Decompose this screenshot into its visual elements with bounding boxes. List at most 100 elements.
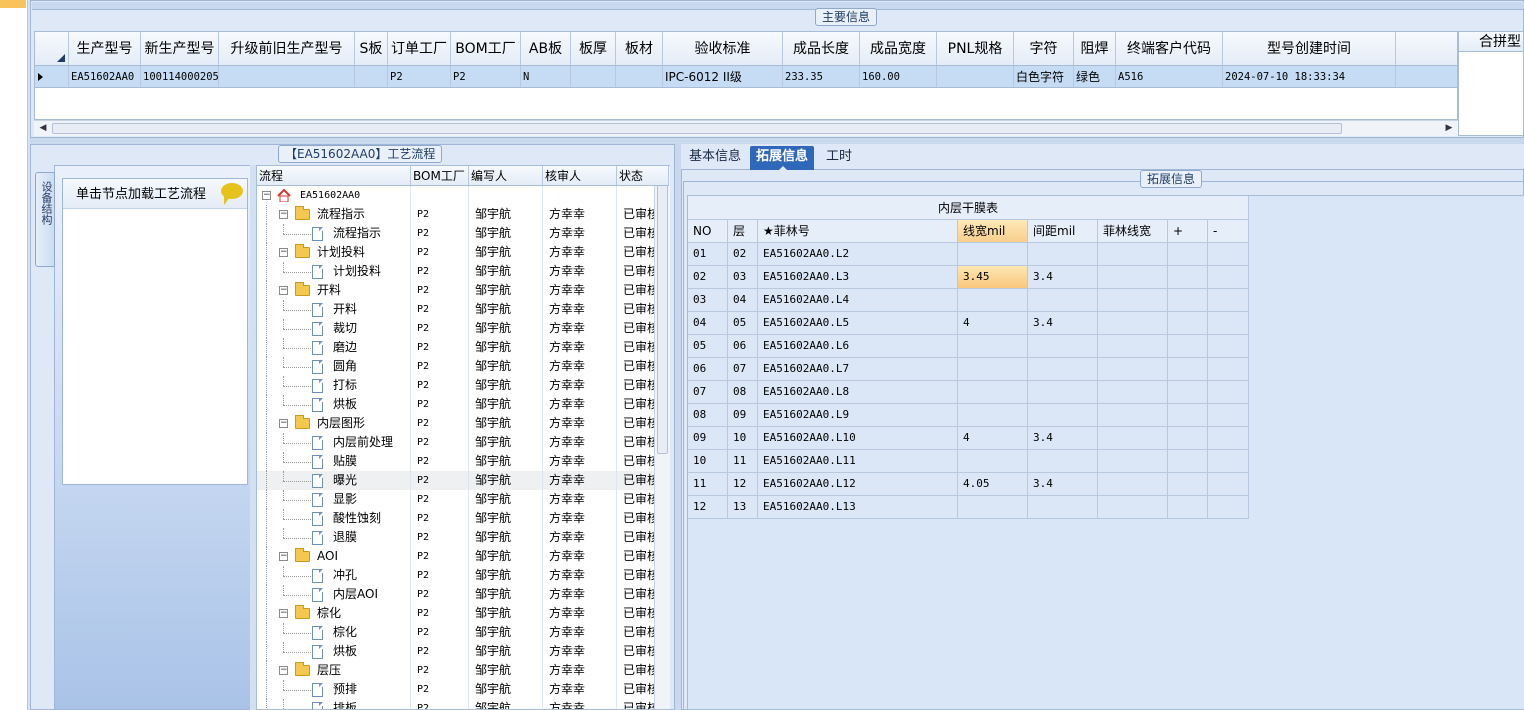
tree-cell-writer[interactable]: 邹宇航 [469,699,543,709]
tree-cell-writer[interactable]: 邹宇航 [469,604,543,623]
tree-row[interactable]: 裁切 P2 邹宇航 方幸幸 已审核 [257,319,669,338]
tree-row[interactable]: − 开料 P2 邹宇航 方幸幸 已审核 [257,281,669,300]
tree-node-label[interactable]: 开料 [317,281,341,300]
tree-cell-reviewer[interactable]: 方幸幸 [543,509,617,528]
dryfilm-col-header[interactable]: 线宽mil [958,220,1028,242]
tree-node-label[interactable]: 棕化 [333,623,357,642]
dryfilm-cell[interactable] [1098,312,1168,334]
dryfilm-cell[interactable]: 05 [688,335,728,357]
dryfilm-cell[interactable] [1098,243,1168,265]
dryfilm-cell[interactable]: 11 [728,450,758,472]
dryfilm-row[interactable]: 03 04 EA51602AA0.L4 [688,289,1249,312]
dryfilm-cell[interactable]: EA51602AA0.L10 [758,427,958,449]
tree-row[interactable]: − 流程指示 P2 邹宇航 方幸幸 已审核 [257,205,669,224]
dryfilm-cell[interactable] [1208,496,1249,518]
tree-node-label[interactable]: 流程指示 [317,205,365,224]
tree-node-label[interactable]: 排板 [333,699,357,709]
dryfilm-cell[interactable] [1208,243,1249,265]
tree-row[interactable]: − EA51602AA0 [257,186,669,205]
tree-row[interactable]: 打标 P2 邹宇航 方幸幸 已审核 [257,376,669,395]
tree-row[interactable]: − 计划投料 P2 邹宇航 方幸幸 已审核 [257,243,669,262]
tree-row[interactable]: 曝光 P2 邹宇航 方幸幸 已审核 [257,471,669,490]
tree-row[interactable]: 排板 P2 邹宇航 方幸幸 已审核 [257,699,669,709]
tree-node-label[interactable]: 计划投料 [333,262,381,281]
tree-node-cell[interactable]: 排板 [257,699,411,709]
dryfilm-cell[interactable] [1168,243,1208,265]
tree-node-cell[interactable]: 内层前处理 [257,433,411,452]
tree-cell-factory[interactable]: P2 [411,490,469,509]
tree-node-label[interactable]: 圆角 [333,357,357,376]
main-grid-row[interactable]: EA51602AA010011400020588P2P2NIPC-6012 II… [35,66,1457,88]
dryfilm-col-header[interactable]: 层 [728,220,758,242]
dryfilm-cell[interactable]: 11 [688,473,728,495]
main-row-cell[interactable] [35,66,69,87]
tree-cell-reviewer[interactable]: 方幸幸 [543,224,617,243]
tree-cell-writer[interactable]: 邹宇航 [469,433,543,452]
tab-2[interactable]: 工时 [820,146,858,170]
scroll-left-arrow-icon[interactable]: ◀ [36,122,50,135]
tree-cell-writer[interactable]: 邹宇航 [469,528,543,547]
tree-node-cell[interactable]: 内层AOI [257,585,411,604]
dryfilm-cell[interactable] [1208,427,1249,449]
dryfilm-cell[interactable] [1098,358,1168,380]
tree-node-cell[interactable]: 烘板 [257,642,411,661]
dryfilm-cell[interactable]: 3.4 [1028,473,1098,495]
tree-col-header[interactable]: BOM工厂 [411,166,469,185]
tree-cell-reviewer[interactable]: 方幸幸 [543,262,617,281]
dryfilm-cell[interactable]: 3.45 [958,266,1028,288]
tree-cell-writer[interactable]: 邹宇航 [469,262,543,281]
dryfilm-cell[interactable] [1208,335,1249,357]
tree-cell-factory[interactable]: P2 [411,604,469,623]
tree-row[interactable]: 计划投料 P2 邹宇航 方幸幸 已审核 [257,262,669,281]
dryfilm-cell[interactable] [958,289,1028,311]
dryfilm-cell[interactable]: EA51602AA0.L11 [758,450,958,472]
dryfilm-cell[interactable]: 09 [728,404,758,426]
tree-cell-reviewer[interactable]: 方幸幸 [543,357,617,376]
dryfilm-row[interactable]: 12 13 EA51602AA0.L13 [688,496,1249,519]
dryfilm-cell[interactable]: EA51602AA0.L9 [758,404,958,426]
dryfilm-cell[interactable] [958,496,1028,518]
tree-vscrollbar[interactable]: ▲ [654,166,670,709]
main-row-cell[interactable]: A516 [1116,66,1223,87]
tree-cell-factory[interactable]: P2 [411,262,469,281]
tree-grid-body[interactable]: − EA51602AA0− 流程指示 P2 邹宇航 方幸幸 已审核 流程指示 P2 邹宇航 方幸幸已… [257,186,669,709]
vscroll-thumb[interactable] [657,184,668,454]
tree-cell-factory[interactable]: P2 [411,319,469,338]
dryfilm-cell[interactable] [958,381,1028,403]
tree-cell-writer[interactable]: 邹宇航 [469,243,543,262]
dryfilm-cell[interactable]: EA51602AA0.L4 [758,289,958,311]
tree-cell-factory[interactable]: P2 [411,376,469,395]
tree-row[interactable]: 磨边 P2 邹宇航 方幸幸 已审核 [257,338,669,357]
dryfilm-cell[interactable]: 4 [958,427,1028,449]
main-row-cell[interactable]: 绿色 [1074,66,1116,87]
tree-cell-reviewer[interactable]: 方幸幸 [543,433,617,452]
tree-cell-factory[interactable]: P2 [411,471,469,490]
tree-cell-reviewer[interactable]: 方幸幸 [543,205,617,224]
dryfilm-row[interactable]: 07 08 EA51602AA0.L8 [688,381,1249,404]
tree-node-label[interactable]: 裁切 [333,319,357,338]
dryfilm-row[interactable]: 02 03 EA51602AA0.L3 3.45 3.4 [688,266,1249,289]
main-row-cell[interactable]: 白色字符 [1014,66,1074,87]
tree-cell-writer[interactable]: 邹宇航 [469,623,543,642]
dryfilm-cell[interactable]: EA51602AA0.L12 [758,473,958,495]
dryfilm-cell[interactable] [1028,243,1098,265]
tree-col-header[interactable]: 核审人 [543,166,617,185]
main-row-cell[interactable]: N [521,66,571,87]
dryfilm-cell[interactable] [1098,473,1168,495]
dryfilm-cell[interactable] [958,243,1028,265]
dryfilm-cell[interactable]: 06 [728,335,758,357]
dryfilm-cell[interactable] [1168,450,1208,472]
tree-node-cell[interactable]: 预排 [257,680,411,699]
main-grid-hscrollbar[interactable]: ◀ ▶ [34,120,1458,136]
tree-cell-factory[interactable]: P2 [411,205,469,224]
main-col-header[interactable]: 成品长度 [783,32,860,65]
dryfilm-cell[interactable] [1028,496,1098,518]
process-tree-grid[interactable]: 流程 BOM工厂 编写人 核审人 状态 − EA51602AA0− 流程指示 P2 邹宇航 方幸幸… [256,165,670,710]
dryfilm-cell[interactable] [1168,312,1208,334]
tree-cell-reviewer[interactable]: 方幸幸 [543,547,617,566]
hscroll-thumb[interactable] [52,123,1342,134]
dryfilm-cell[interactable]: 10 [728,427,758,449]
dryfilm-cell[interactable]: EA51602AA0.L6 [758,335,958,357]
tree-cell-factory[interactable]: P2 [411,300,469,319]
dryfilm-cell[interactable]: 07 [688,381,728,403]
